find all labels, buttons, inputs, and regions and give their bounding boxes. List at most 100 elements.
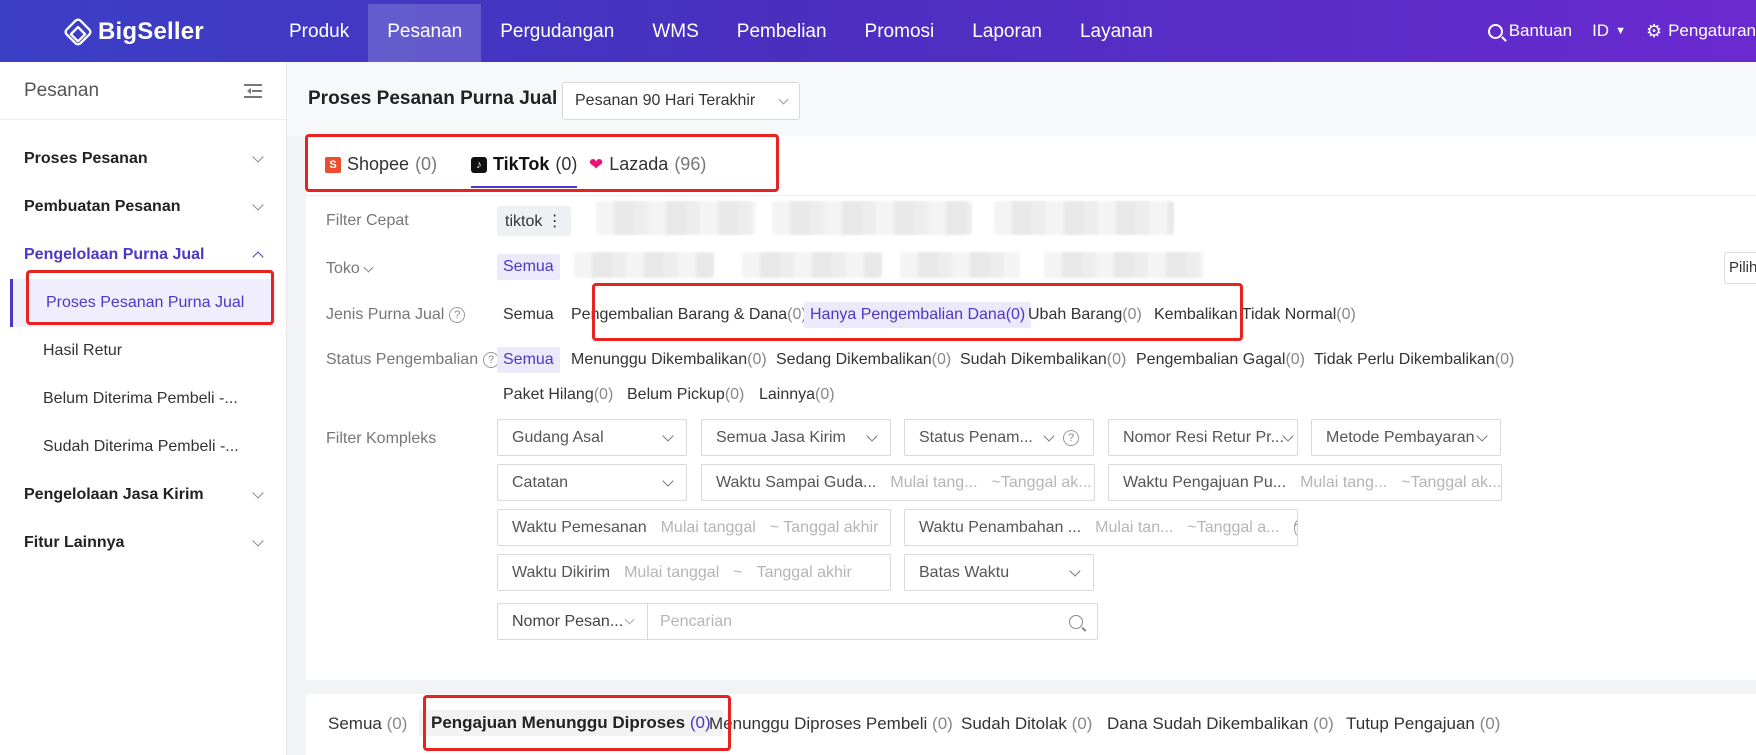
blurred-quick-filter <box>772 201 972 235</box>
search-icon[interactable] <box>1069 614 1083 629</box>
caret-down-icon: ▼ <box>1615 25 1626 37</box>
return-status-not-needed[interactable]: Tidak Perlu Dikembalikan(0) <box>1314 351 1514 369</box>
tab-shopee[interactable]: S Shopee (0) <box>325 154 437 175</box>
blurred-quick-filter <box>596 201 756 235</box>
status-tabs: Semua (0) Pengajuan Menunggu Diproses (0… <box>306 694 1756 755</box>
status-tab-refunded[interactable]: Dana Sudah Dikembalikan (0) <box>1107 714 1334 734</box>
sidebar-group-fitur-lainnya[interactable]: Fitur Lainnya <box>0 519 286 567</box>
bigseller-logo[interactable]: BigSeller <box>62 16 204 48</box>
return-status-failed[interactable]: Pengembalian Gagal(0) <box>1136 351 1305 369</box>
chevron-down-icon <box>778 94 789 104</box>
logo-icon <box>62 16 94 48</box>
type-refund-only[interactable]: Hanya Pengembalian Dana(0) <box>804 302 1032 328</box>
chevron-down-icon <box>1282 429 1294 442</box>
status-tab-rejected[interactable]: Sudah Ditolak (0) <box>961 714 1092 734</box>
search-icon <box>1487 23 1503 39</box>
shopee-icon: S <box>325 156 341 173</box>
payment-method-select[interactable]: Metode Pembayaran <box>1311 419 1501 456</box>
receipt-status-select[interactable]: Status Penam...? <box>904 419 1094 456</box>
chevron-down-icon <box>252 535 264 547</box>
sidebar-group-purna-jual[interactable]: Pengelolaan Purna Jual <box>0 231 286 279</box>
aftersale-type-label: Jenis Purna Jual ? <box>326 306 466 324</box>
nav-pesanan[interactable]: Pesanan <box>368 4 482 62</box>
tiktok-icon: ♪ <box>471 156 487 173</box>
submission-date-range[interactable]: Waktu Pengajuan Pu... Mulai tang... ~Tangg… <box>1108 464 1502 501</box>
tab-tiktok[interactable]: ♪ TikTok (0) <box>471 154 578 188</box>
nav-wms[interactable]: WMS <box>633 4 717 62</box>
chevron-down-icon <box>662 429 674 442</box>
search-input[interactable]: Pencarian <box>648 613 1069 631</box>
chevron-up-icon <box>252 251 264 263</box>
store-label[interactable]: Toko <box>326 260 374 278</box>
store-all-chip[interactable]: Semua <box>497 254 560 280</box>
return-status-semua[interactable]: Semua <box>497 347 560 373</box>
nav-laporan[interactable]: Laporan <box>953 4 1061 62</box>
sidebar-item-hasil-retur[interactable]: Hasil Retur <box>0 327 286 375</box>
chevron-down-icon <box>662 474 674 487</box>
return-status-returned[interactable]: Sudah Dikembalikan(0) <box>960 351 1126 369</box>
status-tab-pending[interactable]: Pengajuan Menunggu Diproses (0) <box>419 710 723 736</box>
chevron-down-icon <box>363 262 374 272</box>
nav-promosi[interactable]: Promosi <box>846 4 954 62</box>
type-abnormal-return[interactable]: Kembalikan Tidak Normal(0) <box>1154 306 1356 324</box>
chevron-down-icon <box>252 199 264 211</box>
order-date-range[interactable]: Waktu Pemesanan Mulai tanggal ~ Tanggal ak… <box>497 509 891 546</box>
chevron-down-icon <box>1043 429 1055 442</box>
deadline-select[interactable]: Batas Waktu <box>904 554 1094 591</box>
sidebar-group-proses-pesanan[interactable]: Proses Pesanan <box>0 135 286 183</box>
chevron-down-icon <box>1069 564 1081 577</box>
type-exchange[interactable]: Ubah Barang(0) <box>1028 306 1142 324</box>
added-date-range[interactable]: Waktu Penambahan ... Mulai tan... ~Tanggal… <box>904 509 1298 546</box>
sidebar-group-pembuatan-pesanan[interactable]: Pembuatan Pesanan <box>0 183 286 231</box>
return-status-label: Status Pengembalian ? <box>326 351 500 369</box>
sidebar-item-sudah-diterima[interactable]: Sudah Diterima Pembeli -... <box>0 423 286 471</box>
sidebar: Pesanan Proses Pesanan Pembuatan Pesanan… <box>0 62 287 755</box>
notes-select[interactable]: Catatan <box>497 464 687 501</box>
date-range-select[interactable]: Pesanan 90 Hari Terakhir <box>562 82 800 120</box>
language-switch[interactable]: ID ▼ <box>1592 21 1626 41</box>
warehouse-select[interactable]: Gudang Asal <box>497 419 687 456</box>
type-semua[interactable]: Semua <box>503 306 554 324</box>
lazada-icon: ❤ <box>589 154 604 174</box>
search-bar: Nomor Pesan... Pencarian <box>497 603 1098 640</box>
status-tab-closed[interactable]: Tutup Pengajuan (0) <box>1346 714 1500 734</box>
top-right-actions: Bantuan ID ▼ ⚙ Pengaturan <box>1487 0 1756 62</box>
chevron-down-icon <box>252 487 264 499</box>
sidebar-item-proses-purna-jual[interactable]: Proses Pesanan Purna Jual <box>10 279 276 327</box>
gear-icon: ⚙ <box>1645 20 1663 41</box>
store-select-edge[interactable]: Pilih <box>1724 252 1756 284</box>
nav-layanan[interactable]: Layanan <box>1061 4 1172 62</box>
return-awb-select[interactable]: Nomor Resi Retur Pr... <box>1108 419 1298 456</box>
page-header: Proses Pesanan Purna Jual Pesanan 90 Har… <box>287 62 1756 136</box>
courier-select[interactable]: Semua Jasa Kirim <box>701 419 891 456</box>
type-return-refund[interactable]: Pengembalian Barang & Dana(0) <box>571 306 807 324</box>
nav-pergudangan[interactable]: Pergudangan <box>481 4 633 62</box>
status-tab-buyer-pending[interactable]: Menunggu Diproses Pembeli (0) <box>709 714 953 734</box>
return-status-waiting[interactable]: Menunggu Dikembalikan(0) <box>571 351 767 369</box>
quick-filter-label: Filter Cepat <box>326 212 409 229</box>
blurred-store <box>900 252 1020 278</box>
sidebar-group-jasa-kirim[interactable]: Pengelolaan Jasa Kirim <box>0 471 286 519</box>
return-status-not-picked[interactable]: Belum Pickup(0) <box>627 386 744 404</box>
blurred-quick-filter <box>994 201 1174 235</box>
tab-lazada[interactable]: ❤ Lazada (96) <box>589 154 706 175</box>
settings-link[interactable]: ⚙ Pengaturan <box>1646 21 1756 42</box>
return-status-lost[interactable]: Paket Hilang(0) <box>503 386 613 404</box>
collapse-menu-icon[interactable] <box>244 83 262 98</box>
help-icon: ? <box>1293 519 1297 536</box>
quick-filter-tag[interactable]: tiktok ⋮ <box>497 206 571 236</box>
help-link[interactable]: Bantuan <box>1487 21 1572 41</box>
warehouse-arrival-date-range[interactable]: Waktu Sampai Guda... Mulai tang... ~Tangga… <box>701 464 1095 501</box>
main-content: Proses Pesanan Purna Jual Pesanan 90 Har… <box>287 62 1756 755</box>
search-type-select[interactable]: Nomor Pesan... <box>498 604 648 639</box>
chevron-down-icon <box>1476 429 1488 442</box>
nav-pembelian[interactable]: Pembelian <box>718 4 846 62</box>
status-tab-semua[interactable]: Semua (0) <box>328 714 407 734</box>
shipped-date-range[interactable]: Waktu Dikirim Mulai tanggal ~ Tanggal akhir <box>497 554 891 591</box>
nav-produk[interactable]: Produk <box>270 4 368 62</box>
return-status-in-progress[interactable]: Sedang Dikembalikan(0) <box>776 351 951 369</box>
chevron-down-icon <box>252 151 264 163</box>
return-status-other[interactable]: Lainnya(0) <box>759 386 835 404</box>
sidebar-item-belum-diterima[interactable]: Belum Diterima Pembeli -... <box>0 375 286 423</box>
help-icon[interactable]: ? <box>449 307 466 323</box>
